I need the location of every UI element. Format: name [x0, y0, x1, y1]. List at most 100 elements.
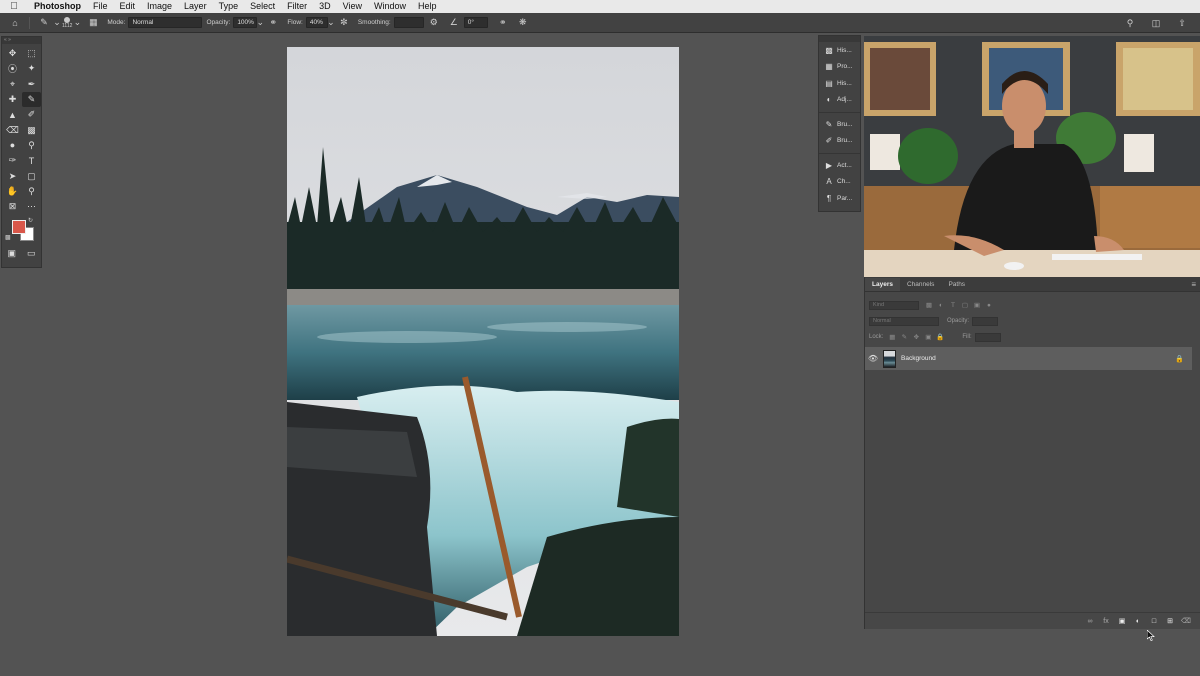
- dock-character[interactable]: A Ch...: [819, 174, 860, 191]
- menu-help[interactable]: Help: [412, 0, 443, 13]
- pressure-opacity-icon[interactable]: ⚭: [266, 16, 280, 30]
- menu-view[interactable]: View: [337, 0, 368, 13]
- opacity-field[interactable]: 100%: [233, 17, 258, 28]
- angle-field[interactable]: 0°: [463, 17, 488, 28]
- workspace-icon[interactable]: ◫: [1149, 16, 1163, 30]
- menu-select[interactable]: Select: [244, 0, 281, 13]
- brush-tool-icon[interactable]: ✎: [22, 91, 41, 108]
- type-tool-icon[interactable]: T: [22, 153, 41, 168]
- tab-layers[interactable]: Layers: [865, 278, 900, 291]
- dock-brush-settings[interactable]: ✐ Bru...: [819, 133, 860, 150]
- flow-field[interactable]: 40%: [305, 17, 328, 28]
- menu-window[interactable]: Window: [368, 0, 412, 13]
- marquee-tool-icon[interactable]: ⬚: [22, 46, 41, 61]
- share-icon[interactable]: ⇧: [1175, 16, 1189, 30]
- tab-paths[interactable]: Paths: [941, 278, 972, 291]
- panel-menu-icon[interactable]: ≡: [1191, 280, 1196, 289]
- blur-tool-icon[interactable]: ●: [3, 138, 22, 153]
- lock-icon[interactable]: 🔒: [1175, 355, 1184, 363]
- clone-stamp-tool-icon[interactable]: ▲: [3, 107, 22, 122]
- quick-mask-icon[interactable]: ▣: [7, 248, 16, 259]
- eyedropper-tool-icon[interactable]: ✒: [22, 77, 41, 92]
- add-mask-icon[interactable]: ▣: [1117, 617, 1127, 625]
- dodge-tool-icon[interactable]: ⚲: [22, 138, 41, 153]
- layer-row-background[interactable]: 👁 Background 🔒: [865, 347, 1192, 370]
- new-group-icon[interactable]: □: [1149, 618, 1159, 625]
- lock-image-icon[interactable]: ✎: [899, 333, 909, 341]
- screen-mode-icon[interactable]: ▭: [27, 248, 36, 259]
- rectangle-tool-icon[interactable]: ▢: [22, 168, 41, 183]
- smoothing-field[interactable]: [393, 17, 424, 28]
- filter-adjustment-icon[interactable]: ◐: [936, 302, 946, 309]
- dock-histogram[interactable]: ▩ His...: [819, 42, 860, 59]
- menu-filter[interactable]: Filter: [281, 0, 313, 13]
- lock-all-icon[interactable]: 🔒: [935, 333, 945, 341]
- new-layer-icon[interactable]: ⊞: [1165, 617, 1175, 625]
- brush-preset-picker[interactable]: 1112: [62, 16, 72, 29]
- menu-type[interactable]: Type: [213, 0, 245, 13]
- dock-brushes[interactable]: ✎ Bru...: [819, 116, 860, 133]
- home-icon[interactable]: ⌂: [8, 16, 22, 30]
- chevron-down-icon[interactable]: ⌄: [257, 16, 265, 30]
- history-brush-tool-icon[interactable]: ✐: [22, 107, 41, 122]
- menu-edit[interactable]: Edit: [114, 0, 142, 13]
- layer-fill-field[interactable]: [974, 332, 1001, 342]
- menu-photoshop[interactable]: Photoshop: [28, 0, 87, 13]
- filter-toggle-icon[interactable]: ●: [984, 302, 994, 309]
- dock-history[interactable]: ▤ His...: [819, 75, 860, 92]
- filter-smart-object-icon[interactable]: ▣: [972, 301, 982, 309]
- filter-type-icon[interactable]: T: [948, 302, 958, 309]
- menu-layer[interactable]: Layer: [178, 0, 213, 13]
- kind-filter-select[interactable]: Kind: [869, 300, 919, 310]
- pen-tool-icon[interactable]: ✑: [3, 153, 22, 168]
- healing-brush-tool-icon[interactable]: ✚: [3, 92, 22, 107]
- dock-adjustments[interactable]: ◐ Adj...: [819, 92, 860, 109]
- blend-mode-select[interactable]: Normal: [869, 316, 939, 326]
- dock-paragraph[interactable]: ¶ Par...: [819, 190, 860, 207]
- document-canvas[interactable]: [287, 47, 679, 636]
- brush-tool-icon[interactable]: ✎: [37, 16, 51, 30]
- chevron-down-icon[interactable]: ⌄: [74, 16, 82, 30]
- brush-settings-icon[interactable]: ▦: [86, 16, 100, 30]
- chevron-down-icon[interactable]: ⌄: [53, 16, 61, 30]
- filter-pixel-icon[interactable]: ▩: [924, 301, 934, 309]
- apple-menu-icon[interactable]: : [0, 1, 28, 12]
- lasso-tool-icon[interactable]: ⦿: [3, 61, 22, 76]
- menu-3d[interactable]: 3D: [313, 0, 337, 13]
- more-tools-icon[interactable]: ⋯: [22, 199, 41, 214]
- gradient-tool-icon[interactable]: ▩: [22, 122, 41, 137]
- delete-layer-icon[interactable]: ⌫: [1181, 617, 1191, 625]
- hand-tool-icon[interactable]: ✋: [3, 184, 22, 199]
- airbrush-icon[interactable]: ✼: [337, 16, 351, 30]
- magic-wand-tool-icon[interactable]: ✦: [22, 61, 41, 76]
- layer-style-icon[interactable]: fx: [1101, 618, 1111, 625]
- new-adjustment-layer-icon[interactable]: ◐: [1133, 618, 1143, 625]
- link-layers-icon[interactable]: ∞: [1085, 618, 1095, 625]
- smoothing-gear-icon[interactable]: ⚙: [427, 16, 441, 30]
- swap-colors-icon[interactable]: ↻: [28, 217, 33, 224]
- lock-transparent-icon[interactable]: ▦: [887, 333, 897, 341]
- tools-panel-header[interactable]: « »: [2, 37, 41, 44]
- pressure-size-icon[interactable]: ⚭: [496, 16, 510, 30]
- eye-icon[interactable]: 👁: [865, 354, 881, 363]
- tab-channels[interactable]: Channels: [900, 278, 941, 291]
- path-selection-tool-icon[interactable]: ➤: [3, 168, 22, 183]
- foreground-color-swatch[interactable]: [12, 220, 26, 235]
- menu-image[interactable]: Image: [141, 0, 178, 13]
- symmetry-icon[interactable]: ❋: [516, 16, 530, 30]
- chevron-down-icon[interactable]: ⌄: [327, 16, 335, 30]
- move-tool-icon[interactable]: ✥: [3, 46, 22, 61]
- zoom-tool-icon[interactable]: ⚲: [22, 184, 41, 199]
- lock-position-icon[interactable]: ✥: [911, 333, 921, 341]
- lock-artboard-icon[interactable]: ▣: [923, 333, 933, 341]
- crop-tool-icon[interactable]: ⌖: [3, 77, 22, 92]
- eraser-tool-icon[interactable]: ⌫: [3, 122, 22, 137]
- dock-actions[interactable]: ▶ Act...: [819, 157, 860, 174]
- menu-file[interactable]: File: [87, 0, 114, 13]
- frame-tool-icon[interactable]: ⊠: [3, 199, 22, 214]
- default-colors-icon[interactable]: ▩: [5, 234, 11, 241]
- filter-shape-icon[interactable]: ▢: [960, 301, 970, 309]
- layer-opacity-field[interactable]: [972, 316, 999, 326]
- search-icon[interactable]: ⚲: [1123, 16, 1137, 30]
- mode-select[interactable]: Normal: [128, 17, 203, 28]
